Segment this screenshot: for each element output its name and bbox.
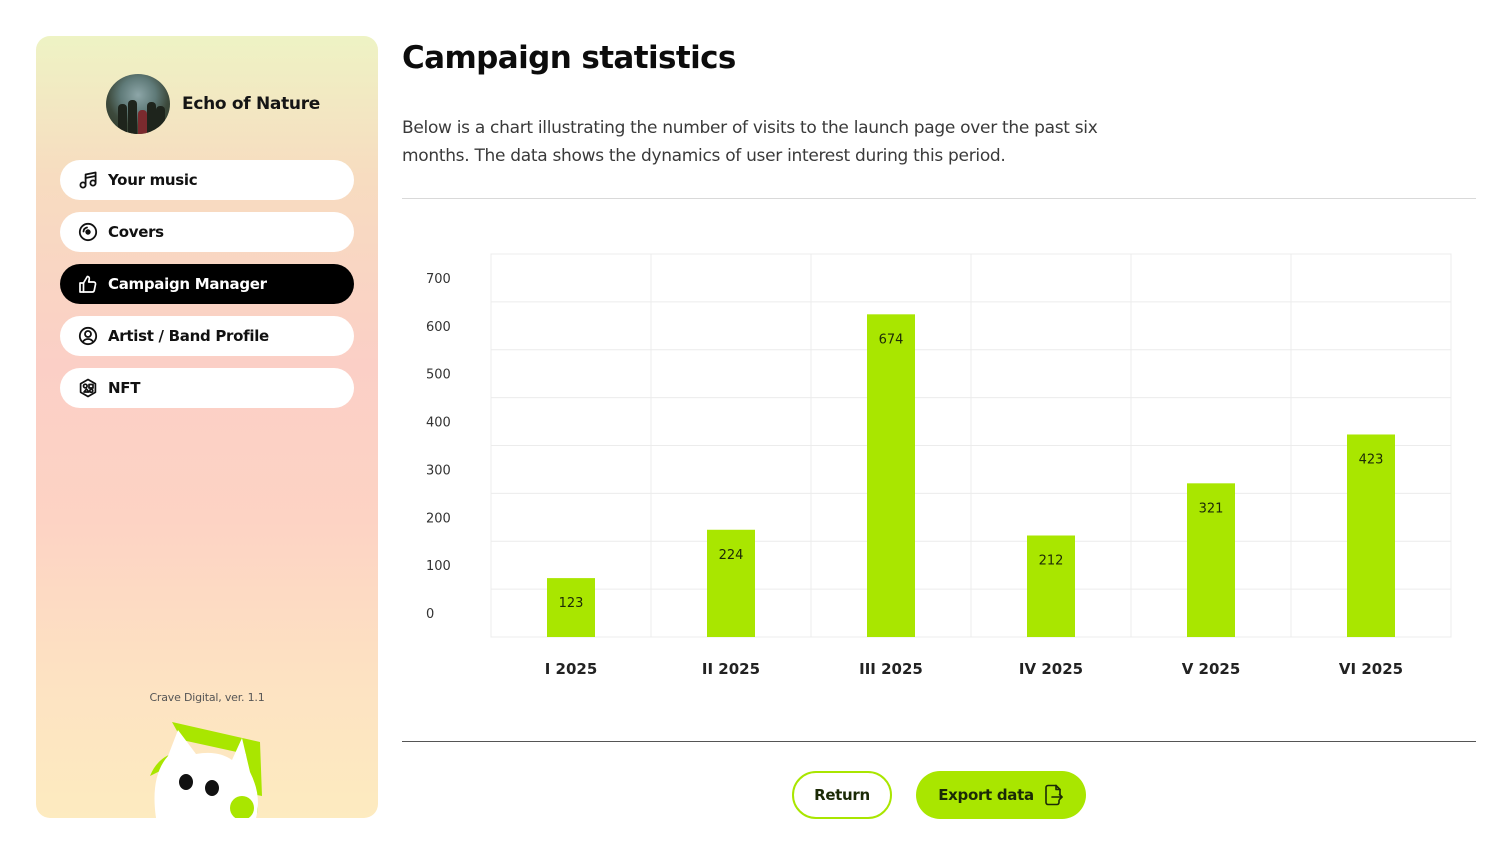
return-button-label: Return bbox=[814, 786, 870, 804]
chart-y-tick-label: 600 bbox=[426, 320, 451, 335]
chart-data-label: 321 bbox=[1199, 501, 1224, 516]
version-label: Crave Digital, ver. 1.1 bbox=[149, 691, 265, 704]
sidebar-item-covers[interactable]: Covers bbox=[60, 212, 354, 252]
chart-data-label: 224 bbox=[719, 548, 744, 563]
divider bbox=[402, 198, 1476, 199]
visits-bar-chart: 0 100 200 300 400 500 600 700 123 I 2025 224 II 202… bbox=[402, 230, 1476, 690]
file-export-icon bbox=[1044, 784, 1064, 806]
avatar bbox=[106, 74, 170, 134]
chart-data-label: 212 bbox=[1039, 554, 1064, 569]
music-note-icon bbox=[78, 170, 98, 190]
chart-y-tick-label: 700 bbox=[426, 272, 451, 287]
chart-y-tick-label: 400 bbox=[426, 416, 451, 431]
chart-svg: 0 100 200 300 400 500 600 700 123 I 2025 224 II 202… bbox=[426, 253, 1452, 678]
page-description: Below is a chart illustrating the number… bbox=[402, 118, 1098, 166]
chart-bar bbox=[1027, 535, 1075, 637]
chart-y-tick-label: 0 bbox=[426, 607, 434, 622]
sidebar-nav: Your music Covers Campaign Manager Artis… bbox=[60, 160, 354, 420]
thumbs-up-icon bbox=[78, 274, 98, 294]
chart-y-tick-label: 200 bbox=[426, 511, 451, 526]
user-circle-icon bbox=[78, 326, 98, 346]
export-button-label: Export data bbox=[938, 786, 1034, 804]
chart-x-tick-label: II 2025 bbox=[702, 660, 760, 678]
chart-bar bbox=[707, 529, 755, 637]
sidebar: Echo of Nature Your music Covers Campaig… bbox=[36, 36, 378, 818]
chart-x-tick-label: I 2025 bbox=[545, 660, 598, 678]
sidebar-item-your-music[interactable]: Your music bbox=[60, 160, 354, 200]
chart-x-tick-label: III 2025 bbox=[859, 660, 923, 678]
chart-data-label: 123 bbox=[559, 596, 584, 611]
nft-hexagon-icon bbox=[78, 378, 98, 398]
divider bbox=[402, 741, 1476, 742]
chart-data-label: 674 bbox=[879, 332, 904, 347]
sidebar-item-campaign-manager[interactable]: Campaign Manager bbox=[60, 264, 354, 304]
disc-icon bbox=[78, 222, 98, 242]
sidebar-item-label: Covers bbox=[108, 223, 164, 241]
export-data-button[interactable]: Export data bbox=[916, 771, 1086, 819]
chart-y-tick-label: 500 bbox=[426, 368, 451, 383]
return-button[interactable]: Return bbox=[792, 771, 892, 819]
sidebar-item-nft[interactable]: NFT bbox=[60, 368, 354, 408]
chart-x-tick-label: V 2025 bbox=[1182, 660, 1241, 678]
sidebar-item-label: Campaign Manager bbox=[108, 275, 267, 293]
chart-y-tick-label: 100 bbox=[426, 559, 451, 574]
chart-bar bbox=[867, 314, 915, 637]
sidebar-item-label: Your music bbox=[108, 171, 198, 189]
mascot-illustration bbox=[142, 716, 272, 818]
sidebar-item-label: NFT bbox=[108, 379, 141, 397]
profile-header[interactable]: Echo of Nature bbox=[106, 74, 320, 134]
chart-x-tick-label: VI 2025 bbox=[1339, 660, 1403, 678]
sidebar-item-label: Artist / Band Profile bbox=[108, 327, 269, 345]
sidebar-item-artist-band-profile[interactable]: Artist / Band Profile bbox=[60, 316, 354, 356]
chart-data-label: 423 bbox=[1359, 452, 1384, 467]
chart-x-tick-label: IV 2025 bbox=[1019, 660, 1083, 678]
page-title: Campaign statistics bbox=[402, 40, 736, 76]
profile-name: Echo of Nature bbox=[182, 94, 321, 114]
chart-y-tick-label: 300 bbox=[426, 463, 451, 478]
